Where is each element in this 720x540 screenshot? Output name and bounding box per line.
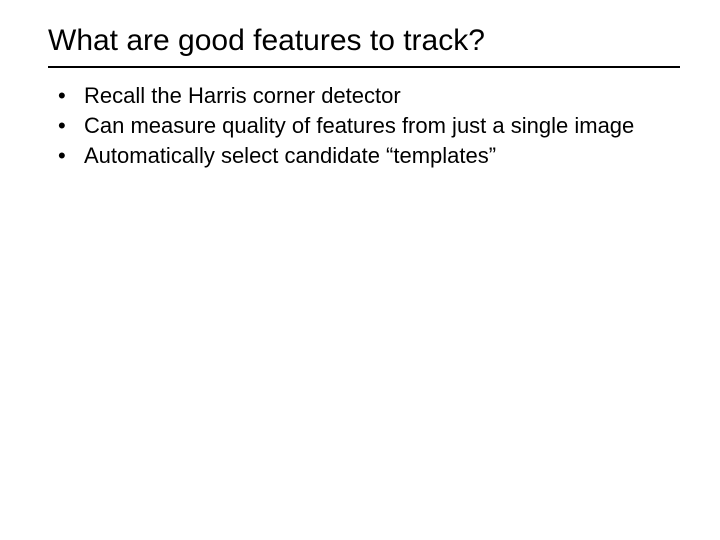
list-item: Recall the Harris corner detector — [76, 82, 680, 110]
slide: What are good features to track? Recall … — [0, 0, 720, 170]
list-item: Automatically select candidate “template… — [76, 142, 680, 170]
slide-title: What are good features to track? — [48, 24, 680, 58]
list-item: Can measure quality of features from jus… — [76, 112, 680, 140]
title-underline — [48, 66, 680, 68]
bullet-list: Recall the Harris corner detector Can me… — [48, 82, 680, 170]
